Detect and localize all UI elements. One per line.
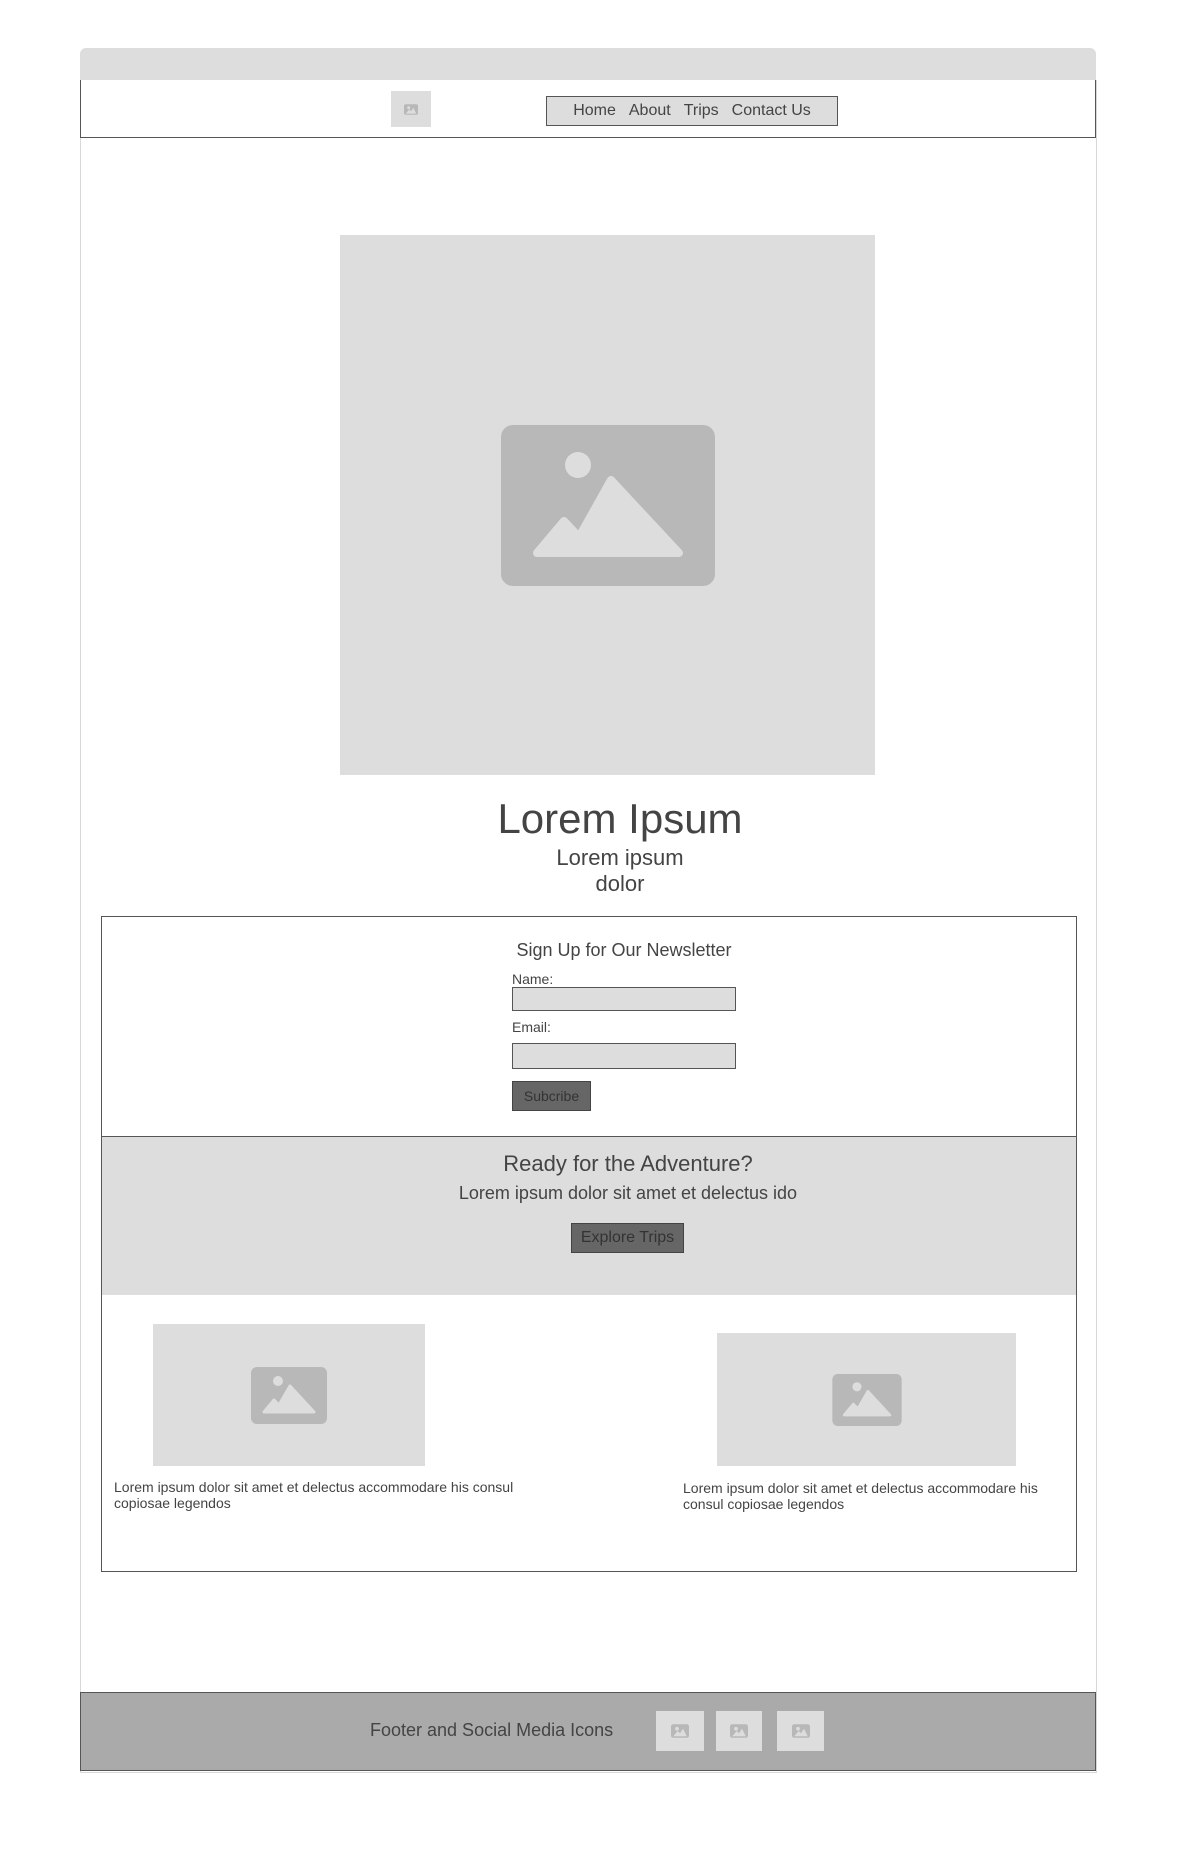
image-placeholder-icon (791, 1724, 810, 1738)
hero-title: Lorem Ipsum (497, 795, 743, 842)
card-2-text: Lorem ipsum dolor sit amet et delectus a… (683, 1480, 1038, 1512)
cta-title: Ready for the Adventure? (503, 1151, 753, 1176)
logo[interactable] (391, 91, 431, 127)
explore-trips-button[interactable]: Explore Trips (571, 1223, 684, 1253)
nav-home[interactable]: Home (573, 102, 616, 120)
social-icon-1[interactable] (656, 1711, 704, 1751)
card-2-image (717, 1333, 1016, 1466)
image-placeholder-icon (730, 1724, 748, 1738)
newsletter-title: Sign Up for Our Newsletter (516, 940, 732, 960)
image-placeholder-icon (500, 424, 715, 586)
name-field[interactable] (512, 987, 736, 1011)
nav-contact-us[interactable]: Contact Us (732, 102, 811, 120)
image-placeholder-icon (831, 1373, 902, 1426)
main-nav: Home About Trips Contact Us (546, 96, 838, 126)
social-icon-3[interactable] (777, 1711, 824, 1751)
subscribe-button[interactable]: Subcribe (512, 1081, 591, 1111)
image-placeholder-icon (404, 103, 418, 115)
card-1-text: Lorem ipsum dolor sit amet et delectus a… (114, 1479, 514, 1511)
hero-subtitle: Lorem ipsum dolor (0, 845, 1180, 897)
card-1-image (153, 1324, 425, 1466)
nav-trips[interactable]: Trips (684, 102, 719, 120)
email-field[interactable] (512, 1043, 736, 1069)
hero-subtitle-line2: dolor (595, 871, 645, 896)
image-placeholder-icon (671, 1724, 689, 1738)
image-placeholder-icon (251, 1366, 327, 1424)
name-label: Name: (512, 971, 554, 987)
browser-top-bar (80, 48, 1096, 80)
cta-text: Lorem ipsum dolor sit amet et delectus i… (458, 1183, 798, 1203)
hero-subtitle-line1: Lorem ipsum (556, 845, 684, 870)
social-icon-2[interactable] (716, 1711, 762, 1751)
email-label: Email: (512, 1019, 551, 1035)
hero-image (340, 235, 875, 775)
footer-text: Footer and Social Media Icons (370, 1720, 614, 1740)
nav-about[interactable]: About (629, 102, 671, 120)
